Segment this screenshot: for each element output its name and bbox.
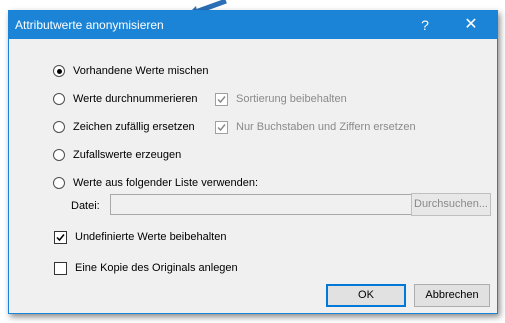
radio-indicator[interactable] bbox=[53, 177, 65, 189]
checkbox-keep-sort-label: Sortierung beibehalten bbox=[236, 93, 347, 105]
title-bar: Attributwerte anonymisieren ? ✕ bbox=[9, 11, 497, 39]
checkbox-only-letters[interactable]: Nur Buchstaben und Ziffern ersetzen bbox=[215, 119, 416, 135]
checkbox-indicator[interactable] bbox=[54, 230, 67, 244]
radio-shuffle[interactable]: Vorhandene Werte mischen bbox=[53, 63, 209, 79]
checkmark-icon bbox=[217, 123, 226, 131]
checkbox-copy-original[interactable]: Eine Kopie des Originals anlegen bbox=[54, 260, 238, 276]
radio-replace-random-label: Zeichen zufällig ersetzen bbox=[73, 121, 195, 133]
checkbox-keep-undefined[interactable]: Undefinierte Werte beibehalten bbox=[54, 229, 226, 245]
checkbox-keep-sort[interactable]: Sortierung beibehalten bbox=[215, 91, 347, 107]
close-button[interactable]: ✕ bbox=[451, 11, 491, 39]
radio-indicator[interactable] bbox=[53, 93, 65, 105]
radio-indicator[interactable] bbox=[53, 149, 65, 161]
checkbox-keep-undefined-label: Undefinierte Werte beibehalten bbox=[75, 231, 227, 243]
help-button[interactable]: ? bbox=[405, 11, 445, 39]
browse-button[interactable]: Durchsuchen... bbox=[411, 193, 491, 216]
radio-indicator[interactable] bbox=[53, 121, 65, 133]
radio-from-list-label: Werte aus folgender Liste verwenden: bbox=[73, 177, 259, 189]
checkbox-only-letters-label: Nur Buchstaben und Ziffern ersetzen bbox=[236, 121, 416, 133]
radio-random-values[interactable]: Zufallswerte erzeugen bbox=[53, 147, 181, 163]
file-input[interactable] bbox=[110, 194, 414, 215]
dialog-title: Attributwerte anonymisieren bbox=[15, 18, 164, 32]
ok-button[interactable]: OK bbox=[326, 284, 406, 307]
radio-replace-random[interactable]: Zeichen zufällig ersetzen bbox=[53, 119, 195, 135]
checkmark-icon bbox=[56, 233, 65, 241]
anonymize-dialog: Attributwerte anonymisieren ? ✕ Vorhande… bbox=[8, 10, 498, 314]
checkbox-indicator[interactable] bbox=[215, 120, 228, 134]
radio-number-label: Werte durchnummerieren bbox=[73, 93, 198, 105]
cancel-button[interactable]: Abbrechen bbox=[414, 284, 490, 307]
radio-random-values-label: Zufallswerte erzeugen bbox=[73, 149, 182, 161]
radio-shuffle-label: Vorhandene Werte mischen bbox=[73, 65, 209, 77]
checkbox-indicator[interactable] bbox=[215, 92, 228, 106]
radio-from-list[interactable]: Werte aus folgender Liste verwenden: bbox=[53, 175, 258, 191]
checkbox-copy-original-label: Eine Kopie des Originals anlegen bbox=[75, 262, 238, 274]
radio-number[interactable]: Werte durchnummerieren bbox=[53, 91, 198, 107]
checkbox-indicator[interactable] bbox=[54, 261, 67, 275]
file-label: Datei: bbox=[71, 200, 100, 212]
radio-indicator[interactable] bbox=[53, 65, 65, 77]
checkmark-icon bbox=[217, 95, 226, 103]
